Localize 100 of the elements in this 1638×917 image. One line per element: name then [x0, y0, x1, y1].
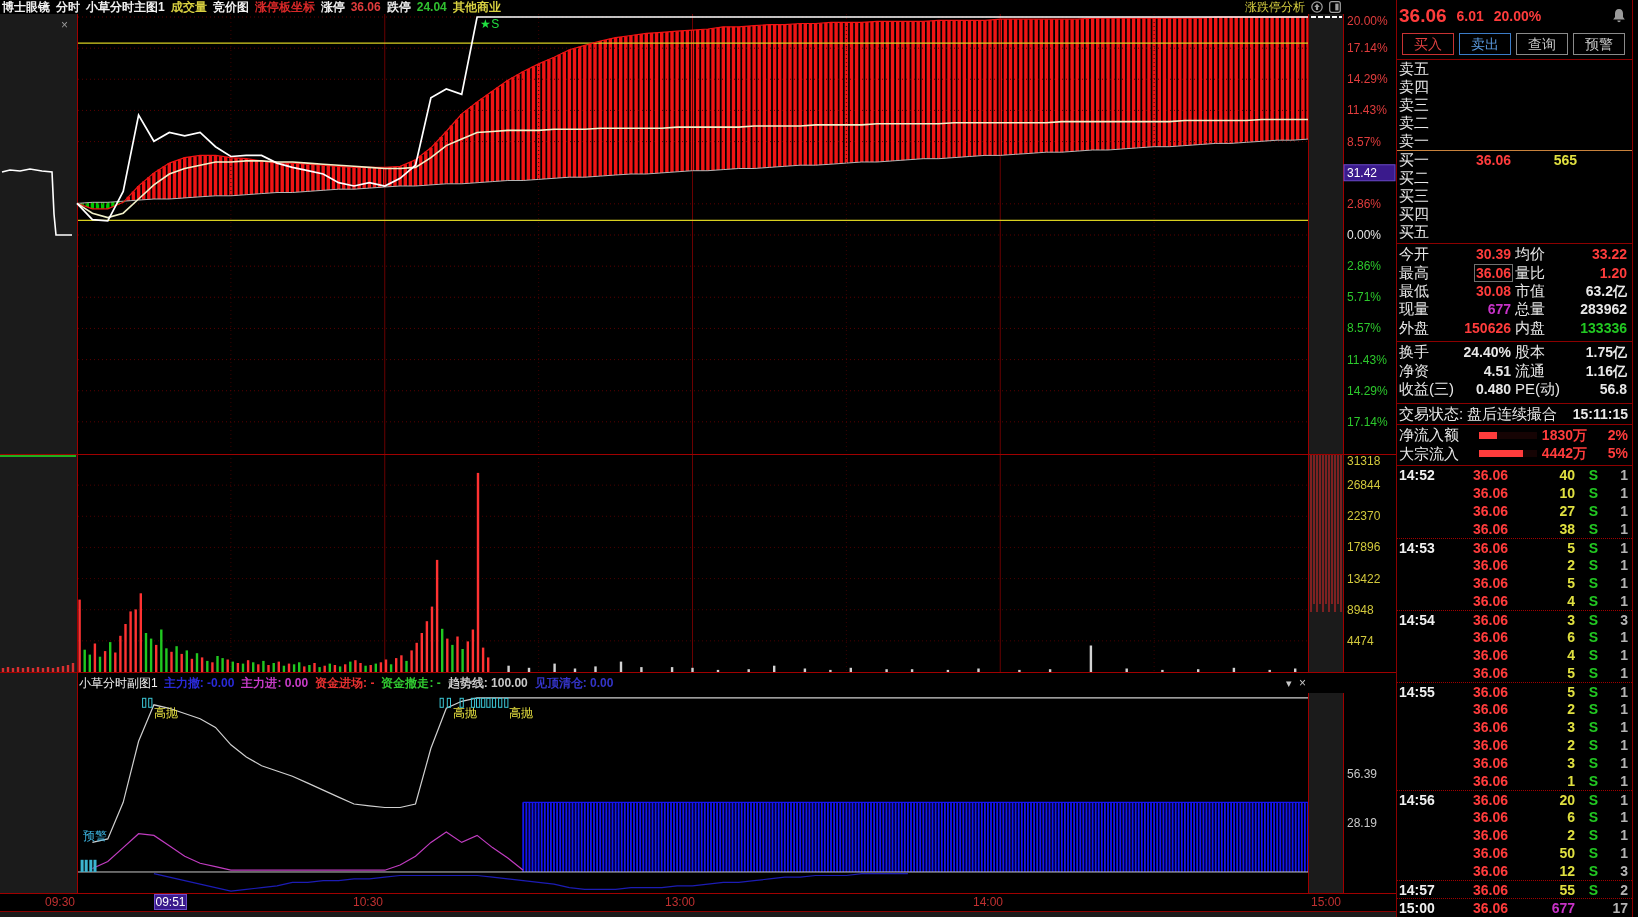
trade-count: 1 [1619, 827, 1629, 844]
trade-price: 36.06 [1471, 503, 1508, 520]
volume-bar [441, 628, 444, 672]
trade-price: 36.06 [1471, 467, 1508, 484]
volume-bar [298, 662, 301, 672]
toolbar-label: 博士眼镜 [2, 0, 50, 14]
y-tick-label: 17.14% [1347, 41, 1388, 56]
volume-bar [640, 667, 643, 672]
volume-bar [119, 635, 122, 672]
stat-value: 677 [1486, 301, 1512, 318]
stat-label: 总量 [1515, 300, 1545, 319]
volume-bar [185, 650, 188, 672]
volume-bar [849, 667, 852, 672]
trade-price: 36.06 [1471, 683, 1508, 700]
stat-value: 4.51 [1482, 362, 1512, 379]
volume-bar [134, 609, 137, 672]
indicator-title: 小草分时副图1 [79, 676, 158, 690]
stat-label: 市值 [1515, 281, 1545, 300]
trade-price: 36.06 [1471, 845, 1508, 862]
trade-time: 14:52 [1399, 467, 1435, 484]
volume-bar [553, 663, 556, 672]
volume-bar [160, 629, 163, 672]
volume-bar [328, 663, 331, 672]
trade-volume: 4 [1566, 593, 1575, 610]
sell-button[interactable]: 卖出 [1459, 33, 1511, 55]
y-tick-label: 17.14% [1347, 414, 1388, 429]
trade-count: 1 [1619, 539, 1629, 556]
flow-amount: 4442万 [1540, 444, 1587, 464]
volume-bar [170, 651, 173, 672]
trade-side: S [1588, 539, 1598, 556]
trade-count: 1 [1619, 755, 1629, 772]
volume-bar [507, 665, 510, 672]
volume-bar [257, 664, 260, 672]
order-book-label: 买一 [1399, 151, 1430, 169]
stat-value: 1.75亿 [1584, 344, 1628, 361]
trade-side: S [1588, 521, 1598, 538]
buy-button[interactable]: 买入 [1402, 33, 1454, 55]
stat-value: 24.40% [1462, 344, 1512, 361]
panel-title: 涨跌停分析 [1245, 0, 1305, 14]
action-button[interactable]: 查询 [1516, 33, 1568, 55]
y-tick-label: 5.71% [1347, 290, 1382, 305]
menu-caret-button[interactable]: ▾ [1286, 677, 1292, 689]
trade-price: 36.06 [1471, 701, 1508, 718]
trade-price: 36.06 [1471, 647, 1508, 664]
panel-toggle-icon[interactable] [1329, 1, 1341, 13]
trade-side: S [1588, 791, 1598, 808]
trade-side: S [1588, 737, 1598, 754]
close-button[interactable]: × [1299, 677, 1306, 689]
stat-value: 33.22 [1590, 246, 1628, 263]
volume-bar [344, 664, 347, 672]
toolbar-label: 成交量 [170, 0, 207, 14]
trade-count: 1 [1619, 701, 1629, 718]
trade-volume: 6 [1566, 809, 1575, 826]
trade-price: 36.06 [1471, 827, 1508, 844]
stat-label: 换手 [1399, 343, 1429, 362]
stat-value: 63.2亿 [1584, 282, 1628, 299]
bell-icon[interactable] [1612, 8, 1626, 23]
y-tick-label: 11.43% [1347, 352, 1387, 367]
stat-label: PE(动) [1515, 379, 1560, 398]
y-tick-label: 28.19 [1347, 815, 1378, 830]
volume-bar [267, 665, 270, 672]
circle-arrow-icon[interactable] [1311, 1, 1323, 13]
order-book-label: 卖三 [1399, 96, 1429, 114]
signal-label: 高抛 [452, 706, 477, 721]
stat-value: 150626 [1463, 319, 1512, 336]
toolbar-label: 涨停板坐标 [254, 0, 315, 14]
order-book-label: 卖二 [1399, 114, 1429, 132]
toolbar-label: 涨停 [320, 0, 345, 14]
volume-bar [410, 650, 413, 672]
volume-bar [670, 667, 674, 672]
legend-label: 资金撤走: - [381, 676, 441, 690]
trade-count: 1 [1619, 467, 1629, 484]
volume-bar [773, 665, 776, 672]
trade-volume: 20 [1558, 791, 1575, 808]
volume-bar [359, 663, 362, 672]
trade-time: 14:57 [1399, 881, 1435, 898]
trade-volume: 3 [1566, 755, 1575, 772]
trade-price: 36.06 [1471, 863, 1508, 880]
trade-volume: 4 [1566, 647, 1575, 664]
volume-bar [226, 659, 229, 672]
trade-time: 14:53 [1399, 539, 1435, 556]
volume-bar [303, 666, 306, 672]
volume-bar [165, 648, 168, 672]
legend-label: 主力进: 0.00 [241, 676, 309, 690]
trade-side: S [1588, 647, 1598, 664]
flow-label: 大宗流入 [1399, 444, 1460, 463]
trade-count: 3 [1619, 611, 1629, 628]
volume-bar [354, 660, 357, 672]
order-book-label: 卖一 [1399, 132, 1429, 150]
volume-bar [221, 658, 224, 672]
volume-bar [175, 646, 178, 672]
trade-price: 36.06 [1471, 899, 1508, 916]
y-tick-label: 0.00% [1347, 228, 1382, 242]
toolbar-label: 竞价图 [212, 0, 249, 14]
trade-price: 36.06 [1471, 791, 1508, 808]
action-button[interactable]: 预警 [1573, 33, 1625, 55]
trade-count: 17 [1611, 899, 1629, 916]
stat-label: 净资 [1399, 361, 1429, 380]
trade-count: 1 [1619, 629, 1629, 646]
trade-count: 1 [1619, 575, 1629, 592]
